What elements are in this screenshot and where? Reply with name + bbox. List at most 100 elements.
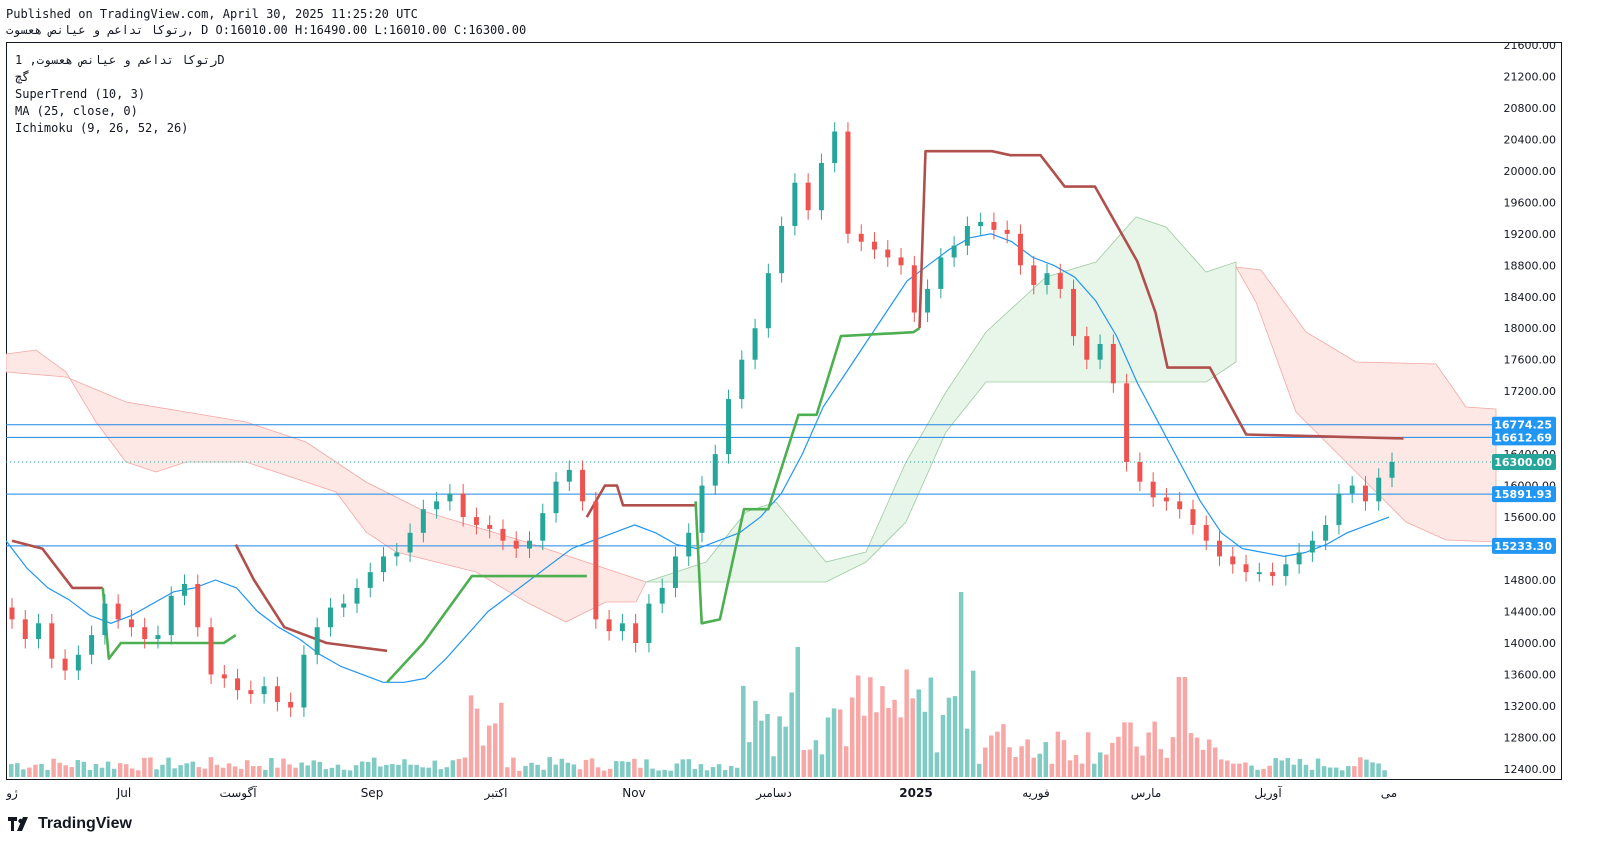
candle-body <box>858 233 864 242</box>
candle-body <box>832 131 838 164</box>
volume-bar <box>958 592 964 777</box>
volume-bar <box>759 720 764 777</box>
volume-bar <box>57 762 62 777</box>
volume-bar <box>208 757 214 777</box>
volume-bar <box>323 769 329 777</box>
volume-bar <box>940 714 946 777</box>
volume-bar <box>722 770 728 777</box>
volume-bar <box>898 717 903 777</box>
volume-bar <box>51 758 56 777</box>
candle-body <box>1084 336 1090 360</box>
volume-bar <box>293 767 298 777</box>
candle-body <box>1057 273 1063 289</box>
candle-body <box>168 595 174 636</box>
volume-bar <box>45 769 50 777</box>
volume-bar <box>244 760 250 777</box>
volume-bar <box>892 699 897 777</box>
volume-bar <box>843 746 849 777</box>
tradingview-logo[interactable]: TradingView <box>8 815 132 833</box>
volume-bar <box>674 763 679 777</box>
candle-body <box>739 359 745 400</box>
volume-bar <box>63 765 68 777</box>
volume-bar <box>989 735 994 777</box>
legend-ma[interactable]: MA (25, close, 0) <box>15 103 225 120</box>
candle-body <box>62 658 68 671</box>
candle-body <box>36 623 42 640</box>
candle-body <box>1270 572 1276 577</box>
candle-body <box>1097 343 1103 360</box>
volume-bar <box>837 709 843 777</box>
volume-bar <box>154 769 159 777</box>
volume-bar <box>547 757 552 777</box>
candle-body <box>1362 485 1368 502</box>
candle-body <box>593 501 599 620</box>
volume-bar <box>741 685 746 777</box>
candle-body <box>527 540 532 549</box>
candle-body <box>885 249 891 258</box>
x-tick-label: اکتبر <box>484 786 508 801</box>
candle-body <box>580 469 586 502</box>
volume-bar <box>753 700 758 777</box>
candle-body <box>712 454 718 486</box>
volume-bar <box>607 768 613 777</box>
candle-body <box>818 163 824 211</box>
candle-body <box>1177 501 1183 510</box>
candle-body <box>1323 524 1329 541</box>
volume-bar <box>1297 758 1303 777</box>
candle-body <box>938 257 944 289</box>
tradingview-logo-text: TradingView <box>38 815 132 832</box>
volume-bar <box>1091 763 1097 777</box>
volume-bar <box>378 766 383 777</box>
volume-bar <box>1043 742 1049 777</box>
volume-bar <box>402 759 407 777</box>
volume-bar <box>365 761 371 777</box>
volume-bar <box>1110 742 1115 777</box>
y-tick-label: 20800.00 <box>1504 102 1557 115</box>
volume-bar <box>831 708 837 777</box>
volume-bar <box>1049 763 1055 777</box>
volume-bar <box>462 757 468 777</box>
candle-body <box>367 572 373 588</box>
volume-bar <box>184 763 189 777</box>
candle-body <box>381 556 387 573</box>
volume-bar <box>1346 766 1351 777</box>
y-tick-label: 17600.00 <box>1504 354 1557 367</box>
volume-bar <box>1152 721 1157 777</box>
volume-bar <box>432 760 437 777</box>
volume-bar <box>523 765 528 777</box>
candle-body <box>420 509 426 533</box>
chart-area[interactable]: 21600.00 21200.00 20800.00 20400.00 20000.00… <box>5 39 1594 810</box>
candle-body <box>925 288 931 313</box>
volume-bar <box>1285 758 1291 777</box>
candle-body <box>1110 343 1116 384</box>
legend-supertrend[interactable]: SuperTrend (10, 3) <box>15 86 225 103</box>
volume-bar <box>238 768 244 777</box>
volume-bar <box>450 760 456 777</box>
candle-body <box>619 623 625 632</box>
candle-body <box>248 690 254 695</box>
candle-body <box>1044 273 1050 285</box>
candle-body <box>805 182 811 211</box>
candle-body <box>1203 524 1209 541</box>
candle-body <box>102 603 108 636</box>
volume-bar <box>716 764 722 777</box>
candle-body <box>142 627 148 640</box>
candle-body <box>195 583 201 628</box>
volume-bar <box>656 770 661 777</box>
volume-bar <box>1134 746 1139 777</box>
volume-bar <box>1309 769 1315 777</box>
candle-body <box>1283 564 1289 577</box>
volume-bar <box>214 764 220 777</box>
volume-bar <box>1194 737 1200 777</box>
volume-bar <box>420 767 425 777</box>
legend-ichimoku[interactable]: Ichimoku (9, 26, 52, 26) <box>15 120 225 137</box>
price-chart[interactable]: 21600.00 21200.00 20800.00 20400.00 20000.00… <box>5 39 1594 810</box>
candle-body <box>765 273 771 329</box>
volume-bar <box>15 763 20 777</box>
volume-bar <box>517 770 522 777</box>
volume-bar <box>886 707 891 777</box>
candle-body <box>1190 509 1196 525</box>
volume-bar <box>1376 763 1381 777</box>
volume-bar <box>626 761 631 777</box>
volume-bar <box>813 740 819 777</box>
